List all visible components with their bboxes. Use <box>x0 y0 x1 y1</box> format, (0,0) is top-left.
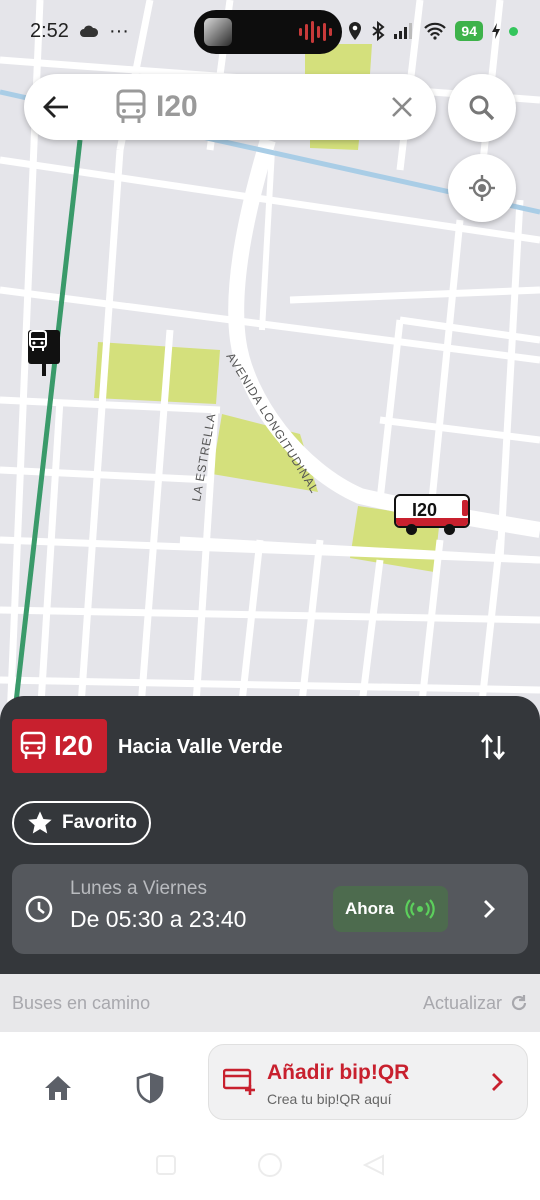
route-badge: I20 <box>12 719 107 773</box>
bottom-navigation: Añadir bip!QR Crea tu bip!QR aquí <box>0 1032 540 1200</box>
status-bar: 2:52 ··· 94 <box>0 0 540 62</box>
schedule-days: Lunes a Viernes <box>70 878 207 899</box>
system-navigation-bar <box>0 1152 540 1178</box>
add-bip-qr-button[interactable]: Añadir bip!QR Crea tu bip!QR aquí <box>208 1044 528 1120</box>
crosshair-location-icon <box>469 175 495 201</box>
back-triangle-icon[interactable] <box>363 1154 385 1176</box>
arrow-left-icon[interactable] <box>42 94 70 120</box>
bip-title: Añadir bip!QR <box>267 1061 410 1084</box>
route-direction: Hacia Valle Verde <box>118 736 283 758</box>
schedule-card[interactable]: Lunes a Viernes De 05:30 a 23:40 Ahora <box>12 864 528 954</box>
now-button[interactable]: Ahora <box>333 886 448 932</box>
add-card-icon <box>223 1068 255 1095</box>
route-info-panel: I20 Hacia Valle Verde Favorito Lunes a V… <box>0 696 540 974</box>
refresh-label: Actualizar <box>422 992 502 1013</box>
wifi-icon <box>424 22 447 40</box>
bus-marker-label: I20 <box>412 500 438 520</box>
location-icon <box>349 22 362 40</box>
swap-direction-icon[interactable] <box>478 732 508 762</box>
now-label: Ahora <box>345 899 395 918</box>
search-button[interactable] <box>448 74 516 142</box>
clock-icon <box>25 895 53 923</box>
shield-icon <box>136 1072 164 1104</box>
buses-section-label: Buses en camino <box>12 992 151 1013</box>
bus-stop-marker[interactable] <box>28 330 60 376</box>
favorite-label: Favorito <box>62 812 137 833</box>
chevron-right-icon <box>492 1073 503 1091</box>
cloud-icon <box>79 25 98 37</box>
security-button[interactable] <box>130 1068 170 1108</box>
park-area <box>94 342 220 404</box>
bus-icon <box>20 731 46 759</box>
bus-icon <box>29 330 47 351</box>
favorite-button[interactable]: Favorito <box>12 801 151 845</box>
privacy-indicator-icon <box>509 26 518 36</box>
signal-icon <box>394 23 413 39</box>
route-search-bar[interactable]: I20 <box>24 74 436 140</box>
battery-indicator: 94 <box>455 21 483 41</box>
route-number: I20 <box>54 730 93 761</box>
home-icon <box>45 1076 71 1100</box>
chevron-right-icon <box>484 900 495 918</box>
home-circle-icon[interactable] <box>257 1152 283 1178</box>
refresh-icon <box>511 995 527 1011</box>
more-notifications-icon: ··· <box>108 19 129 42</box>
bluetooth-icon <box>372 21 386 41</box>
bus-vehicle-marker[interactable]: I20 <box>394 494 470 535</box>
star-icon <box>28 811 52 834</box>
my-location-button[interactable] <box>448 154 516 222</box>
search-input[interactable]: I20 <box>156 90 198 124</box>
search-icon <box>469 95 495 121</box>
charging-icon <box>492 23 500 39</box>
refresh-button[interactable]: Actualizar <box>423 993 528 1014</box>
buses-en-camino-header: Buses en camino Actualizar <box>0 974 540 1032</box>
schedule-hours: De 05:30 a 23:40 <box>70 906 247 932</box>
home-button[interactable] <box>38 1068 78 1108</box>
bus-icon <box>116 89 146 123</box>
status-time: 2:52 <box>30 19 69 42</box>
close-icon[interactable] <box>390 95 414 119</box>
bip-subtitle: Crea tu bip!QR aquí <box>267 1091 392 1107</box>
live-signal-icon <box>405 899 435 919</box>
recents-icon[interactable] <box>155 1154 177 1176</box>
